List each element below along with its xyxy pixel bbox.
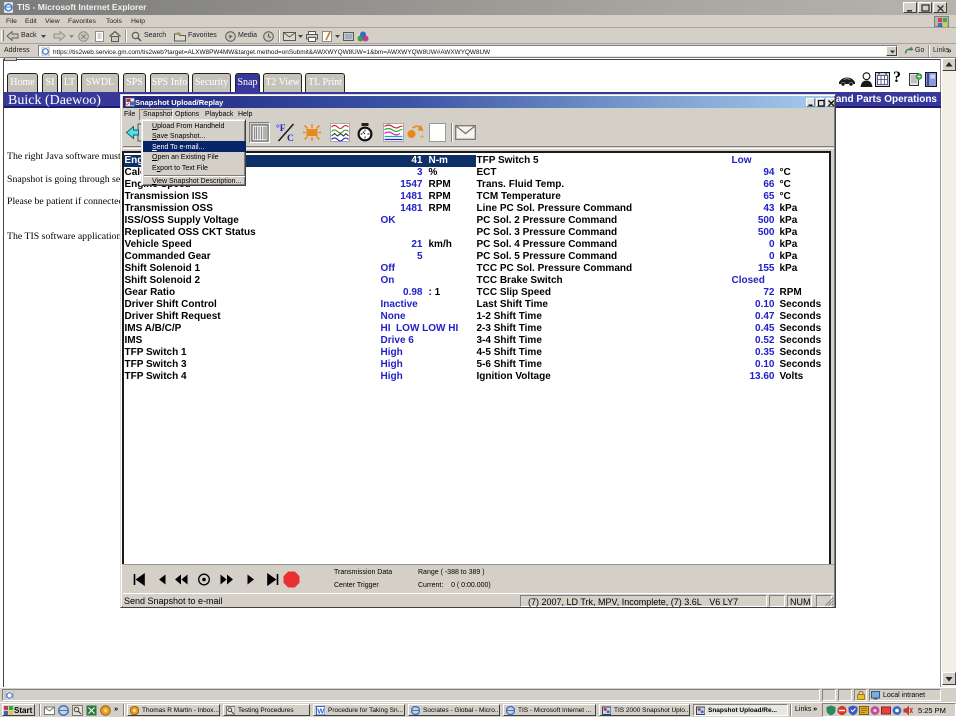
svg-text:W: W: [317, 707, 325, 716]
svg-text:°F: °F: [276, 123, 286, 134]
svg-text:C: C: [287, 134, 294, 143]
